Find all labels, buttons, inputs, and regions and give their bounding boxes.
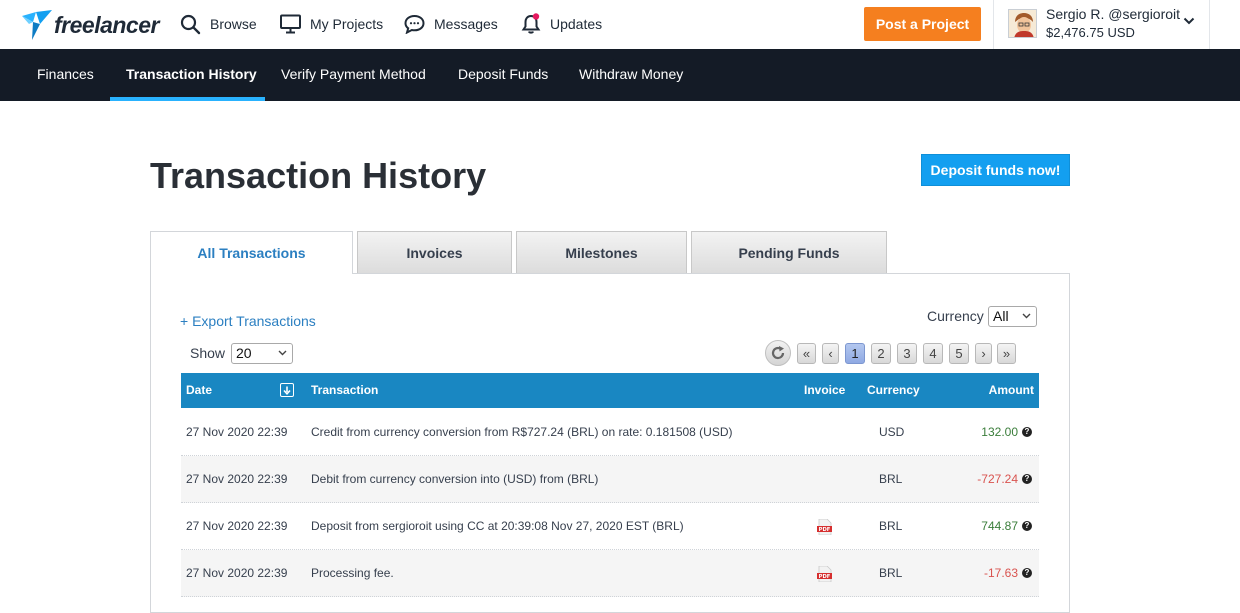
nav-browse[interactable]: Browse: [180, 12, 257, 36]
page-size-value: 20: [236, 345, 252, 361]
column-header-currency: Currency: [867, 383, 920, 397]
user-menu[interactable]: Sergio R. @sergioroit $2,476.75 USD: [993, 0, 1210, 49]
nav-updates[interactable]: Updates: [521, 12, 602, 36]
next-page-button[interactable]: ›: [975, 343, 992, 364]
help-icon[interactable]: ?: [1022, 521, 1032, 531]
column-header-transaction: Transaction: [311, 383, 379, 397]
top-bar: freelancer Browse My Projects Messages U…: [0, 0, 1240, 49]
logo-text: freelancer: [54, 11, 159, 38]
currency-select-value: All: [993, 308, 1009, 324]
pdf-icon[interactable]: PDF: [817, 519, 832, 535]
chevron-down-icon: [278, 350, 287, 356]
row-amount: -727.24: [977, 472, 1018, 486]
subnav-finances[interactable]: Finances: [37, 49, 94, 101]
page-2-button[interactable]: 2: [871, 343, 891, 364]
currency-select[interactable]: All: [988, 306, 1037, 327]
page-1-button[interactable]: 1: [845, 343, 865, 364]
row-date: 27 Nov 2020 22:39: [186, 566, 288, 580]
row-amount-cell: -727.24 ?: [977, 456, 1032, 502]
row-currency: BRL: [879, 472, 903, 486]
prev-page-button[interactable]: ‹: [822, 343, 839, 364]
row-transaction: Debit from currency conversion into (USD…: [311, 472, 599, 486]
deposit-funds-button[interactable]: Deposit funds now!: [921, 154, 1070, 186]
row-amount-cell: 132.00 ?: [981, 409, 1032, 455]
subnav-withdraw-money[interactable]: Withdraw Money: [579, 49, 683, 101]
show-label: Show: [190, 345, 226, 361]
tab-all-transactions[interactable]: All Transactions: [150, 231, 353, 274]
bell-icon: [521, 13, 541, 34]
search-icon: [180, 14, 201, 34]
row-transaction: Deposit from sergioroit using CC at 20:3…: [311, 519, 684, 533]
active-tab-underline: [110, 97, 265, 101]
page-5-button[interactable]: 5: [949, 343, 969, 364]
tab-milestones[interactable]: Milestones: [516, 231, 687, 273]
column-header-date[interactable]: Date: [186, 373, 212, 408]
subnav-transaction-history[interactable]: Transaction History: [126, 49, 257, 101]
user-name: Sergio R. @sergioroit: [1046, 6, 1181, 22]
help-icon[interactable]: ?: [1022, 427, 1032, 437]
table-row: 27 Nov 2020 22:39 Debit from currency co…: [181, 456, 1039, 503]
row-currency: BRL: [879, 519, 903, 533]
table-row: 27 Nov 2020 22:39 Credit from currency c…: [181, 409, 1039, 456]
svg-text:PDF: PDF: [819, 527, 831, 533]
row-amount-cell: 744.87 ?: [981, 503, 1032, 549]
export-transactions-link[interactable]: + Export Transactions: [180, 313, 316, 329]
refresh-icon: [771, 346, 785, 360]
subnav-verify-payment-method[interactable]: Verify Payment Method: [281, 49, 426, 101]
row-amount: 744.87: [981, 519, 1018, 533]
finance-subnav: Finances Transaction History Verify Paym…: [0, 49, 1240, 101]
refresh-button[interactable]: [765, 340, 791, 366]
last-page-button[interactable]: »: [997, 343, 1016, 364]
nav-messages-label: Messages: [434, 16, 498, 32]
nav-my-projects-label: My Projects: [310, 16, 384, 32]
post-project-button[interactable]: Post a Project: [864, 7, 981, 41]
avatar: [1008, 9, 1037, 38]
page-title: Transaction History: [150, 155, 487, 196]
user-balance: $2,476.75 USD: [1046, 25, 1135, 40]
arrow-down-icon: [283, 386, 291, 395]
svg-text:PDF: PDF: [819, 574, 831, 580]
row-currency: BRL: [879, 566, 903, 580]
row-amount: -17.63: [983, 566, 1018, 580]
subnav-deposit-funds[interactable]: Deposit Funds: [458, 49, 548, 101]
table-row: 27 Nov 2020 22:39 Deposit from sergioroi…: [181, 503, 1039, 550]
chevron-down-icon[interactable]: [1183, 17, 1195, 25]
nav-updates-label: Updates: [550, 16, 603, 32]
row-date: 27 Nov 2020 22:39: [186, 425, 288, 439]
help-icon[interactable]: ?: [1022, 568, 1032, 578]
sort-desc-button[interactable]: [280, 383, 294, 397]
pdf-icon[interactable]: PDF: [817, 566, 832, 582]
row-currency: USD: [879, 425, 905, 439]
freelancer-logo[interactable]: freelancer: [22, 8, 159, 42]
first-page-button[interactable]: «: [797, 343, 816, 364]
chat-bubble-icon: [404, 14, 425, 34]
bird-logo-icon: [22, 10, 52, 40]
help-icon[interactable]: ?: [1022, 474, 1032, 484]
row-amount-cell: -17.63 ?: [984, 550, 1032, 596]
page-4-button[interactable]: 4: [923, 343, 943, 364]
row-date: 27 Nov 2020 22:39: [186, 472, 288, 486]
page-3-button[interactable]: 3: [897, 343, 917, 364]
column-header-amount: Amount: [988, 383, 1034, 397]
page-size-select[interactable]: 20: [231, 343, 293, 364]
table-row: 27 Nov 2020 22:39 Processing fee. PDF BR…: [181, 550, 1039, 597]
row-transaction: Credit from currency conversion from R$7…: [311, 425, 733, 439]
column-header-invoice: Invoice: [804, 383, 846, 397]
monitor-icon: [280, 14, 301, 34]
nav-messages[interactable]: Messages: [404, 12, 498, 36]
row-date: 27 Nov 2020 22:39: [186, 519, 288, 533]
nav-browse-label: Browse: [210, 16, 257, 32]
row-transaction: Processing fee.: [311, 566, 394, 580]
table-header: Date Transaction Invoice Currency Amount: [181, 373, 1039, 408]
tab-invoices[interactable]: Invoices: [357, 231, 512, 273]
row-amount: 132.00: [981, 425, 1018, 439]
tab-pending-funds[interactable]: Pending Funds: [691, 231, 887, 273]
nav-my-projects[interactable]: My Projects: [280, 12, 383, 36]
chevron-down-icon: [1022, 313, 1031, 319]
currency-label: Currency: [927, 308, 984, 324]
